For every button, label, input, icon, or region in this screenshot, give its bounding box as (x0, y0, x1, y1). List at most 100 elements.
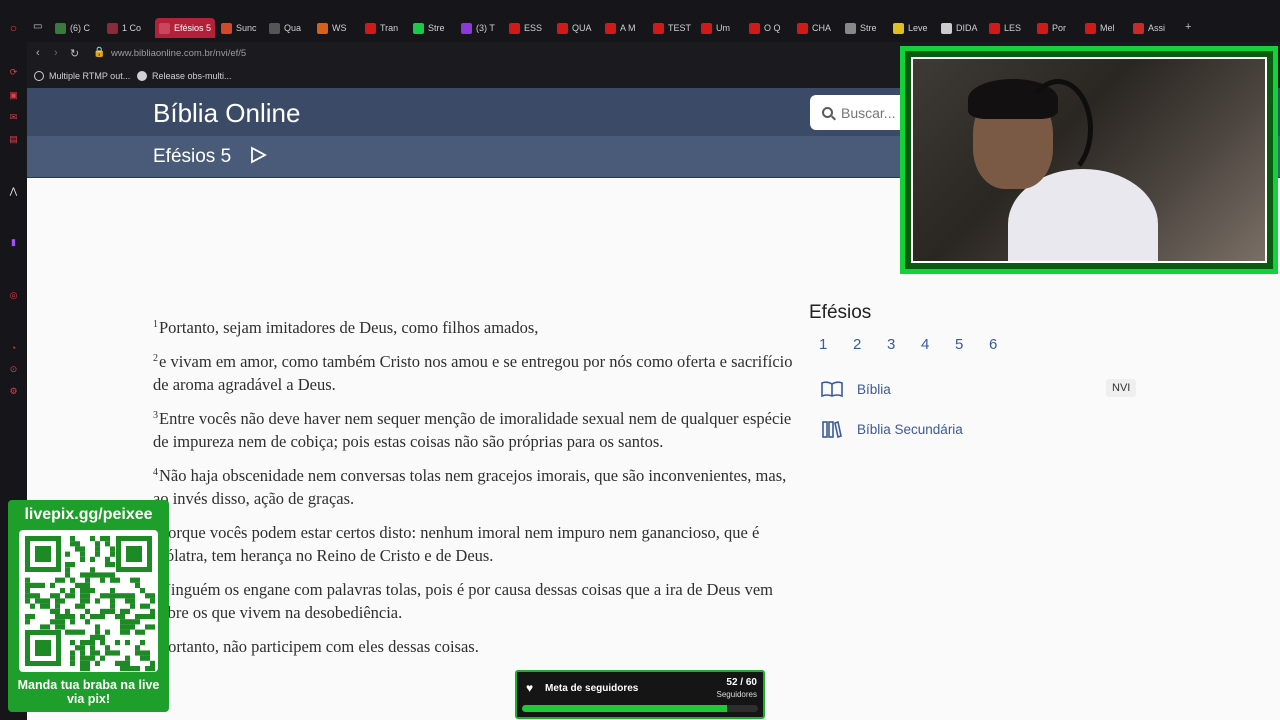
webcam-overlay (900, 46, 1278, 274)
tab-favicon-icon (653, 22, 664, 34)
tab-favicon-icon (269, 22, 280, 34)
opera-logo-icon[interactable]: ○ (7, 21, 20, 35)
tab-5[interactable]: WS (313, 18, 359, 38)
qr-caption: Manda tua braba na live via pix! (8, 678, 169, 706)
tab-9[interactable]: ESS (505, 18, 551, 38)
site-title[interactable]: Bíblia Online (153, 98, 300, 129)
sidebar-icon-3[interactable]: ✉ (7, 111, 20, 124)
sidebar-icon-1[interactable]: ⟳ (7, 66, 20, 79)
tab-22[interactable]: Assi (1129, 18, 1175, 38)
twitch-icon[interactable]: ▮ (7, 236, 20, 249)
headset-icon (1023, 79, 1093, 179)
verse-3[interactable]: 3Entre vocês não deve haver nem sequer m… (153, 407, 793, 454)
chapter-link-5[interactable]: 5 (955, 336, 989, 353)
sidebar-icon-4[interactable]: ▤ (7, 133, 20, 146)
sidebar-icon-6[interactable]: ◎ (7, 289, 20, 302)
verse-text: Entre vocês não deve haver nem sequer me… (153, 408, 792, 452)
chapter-link-2[interactable]: 2 (853, 336, 887, 353)
settings-gear-icon[interactable]: ⚙ (7, 385, 20, 398)
tab-favicon-icon (557, 22, 568, 34)
verse-text: e vivam em amor, como também Cristo nos … (153, 351, 793, 395)
verse-2[interactable]: 2e vivam em amor, como também Cristo nos… (153, 350, 793, 397)
verse-number: 2 (153, 352, 158, 364)
verse-number: 3 (153, 409, 158, 421)
goal-progress-fill (522, 705, 727, 712)
tab-favicon-icon (893, 22, 904, 34)
new-tab-icon[interactable]: + (1185, 21, 1191, 33)
verse-5[interactable]: 5Porque vocês podem estar certos disto: … (153, 521, 793, 568)
tab-19[interactable]: LES (985, 18, 1031, 38)
tab-label: LES (1004, 23, 1022, 33)
tab-favicon-icon (701, 22, 712, 34)
books-icon (822, 420, 842, 438)
tab-11[interactable]: A M (601, 18, 647, 38)
tab-favicon-icon (1133, 22, 1144, 34)
tab-favicon-icon (317, 22, 328, 34)
chapter-link-1[interactable]: 1 (819, 336, 853, 353)
verse-1[interactable]: 1Portanto, sejam imitadores de Deus, com… (153, 316, 793, 340)
bible-link-label: Bíblia (857, 381, 891, 397)
tab-18[interactable]: DIDA (937, 18, 983, 38)
tab-label: Qua (284, 23, 302, 33)
workspace-icon[interactable]: ▭ (33, 21, 42, 32)
tab-10[interactable]: QUA (553, 18, 599, 38)
qr-caption-line-1: Manda tua braba na live (17, 678, 160, 692)
version-badge[interactable]: NVI (1106, 379, 1137, 397)
chapter-link-4[interactable]: 4 (921, 336, 955, 353)
verse-7[interactable]: 7Portanto, não participem com eles dessa… (153, 635, 793, 659)
url-field[interactable]: www.bibliaonline.com.br/nvi/ef/5 (111, 48, 246, 59)
tab-favicon-icon (413, 22, 424, 34)
play-audio-icon[interactable] (249, 146, 267, 164)
sidebar-icon-5[interactable]: ⋀ (7, 185, 20, 198)
sidebar-icon-7[interactable]: ◔ (7, 341, 20, 354)
verse-text: Porque vocês podem estar certos disto: n… (153, 522, 760, 566)
forward-icon[interactable]: › (54, 47, 58, 59)
tab-favicon-icon (55, 22, 66, 34)
tab-15[interactable]: CHA (793, 18, 839, 38)
sidebar-icon-2[interactable]: ▣ (7, 89, 20, 102)
bookmark-item[interactable]: Release obs-multi... (137, 71, 232, 81)
tab-label: O Q (764, 23, 781, 33)
book-name: Efésios (809, 302, 872, 323)
tab-label: ESS (524, 23, 543, 33)
bookmark-label: Multiple RTMP out... (49, 71, 131, 81)
tab-2[interactable]: Efésios 5 (155, 18, 215, 38)
tab-label: WS (332, 23, 347, 33)
chapter-link-3[interactable]: 3 (887, 336, 921, 353)
tab-20[interactable]: Por (1033, 18, 1079, 38)
chapter-link-6[interactable]: 6 (989, 336, 1023, 353)
tab-favicon-icon (845, 22, 856, 34)
tab-6[interactable]: Tran (361, 18, 407, 38)
secondary-bible-link[interactable]: Bíblia Secundária (821, 409, 1149, 449)
tab-13[interactable]: Um (697, 18, 743, 38)
verse-text: Ninguém os engane com palavras tolas, po… (153, 579, 773, 623)
tab-label: Assi (1148, 23, 1166, 33)
back-icon[interactable]: ‹ (36, 47, 40, 59)
tab-21[interactable]: Mel (1081, 18, 1127, 38)
tab-label: Tran (380, 23, 399, 33)
tab-strip: ▭ (6) C 1 Co Efésios 5 Sunc Qua WS Tran Stre (3)… (27, 0, 1280, 42)
tab-label: Stre (428, 23, 445, 33)
tab-favicon-icon (221, 22, 232, 34)
verse-4[interactable]: 4Não haja obscenidade nem conversas tola… (153, 464, 793, 511)
tab-14[interactable]: O Q (745, 18, 791, 38)
tab-12[interactable]: TEST (649, 18, 695, 38)
reload-icon[interactable]: ↻ (70, 47, 79, 60)
sidebar-icon-8[interactable]: ⊙ (7, 363, 20, 376)
tab-17[interactable]: Leve (889, 18, 935, 38)
tab-16[interactable]: Stre (841, 18, 887, 38)
tab-8[interactable]: (3) T (457, 18, 503, 38)
tab-favicon-icon (159, 22, 170, 34)
bookmark-item[interactable]: Multiple RTMP out... (34, 71, 130, 81)
tab-0[interactable]: (6) C (51, 18, 101, 38)
bible-link[interactable]: Bíblia NVI (821, 369, 1149, 409)
tab-4[interactable]: Qua (265, 18, 311, 38)
tab-1[interactable]: 1 Co (103, 18, 153, 38)
tab-favicon-icon (941, 22, 952, 34)
tab-3[interactable]: Sunc (217, 18, 263, 38)
tab-label: 1 Co (122, 23, 142, 33)
verse-6[interactable]: 6Ninguém os engane com palavras tolas, p… (153, 578, 793, 625)
qr-title: livepix.gg/peixee (24, 506, 153, 523)
tab-label: Mel (1100, 23, 1115, 33)
tab-7[interactable]: Stre (409, 18, 455, 38)
